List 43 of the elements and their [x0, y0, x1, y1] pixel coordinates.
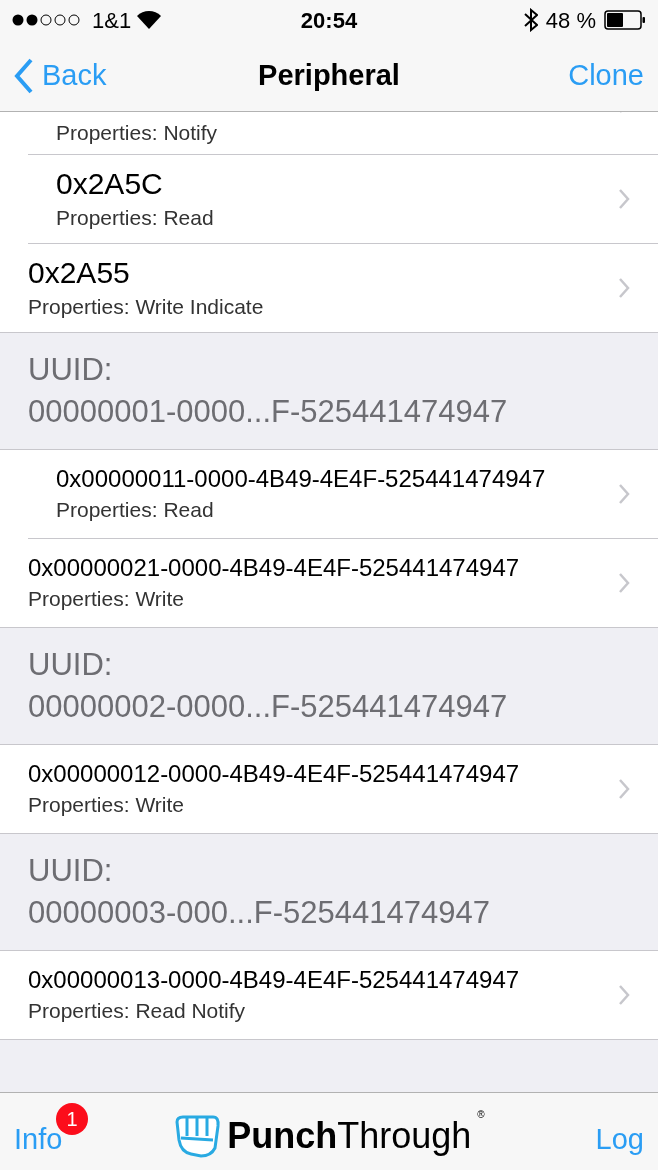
registered-mark: ®	[477, 1107, 485, 1122]
status-time: 20:54	[300, 6, 358, 35]
chevron-right-icon	[618, 778, 630, 800]
bluetooth-icon	[523, 8, 538, 32]
characteristic-row[interactable]: 0x00000011-0000-4B49-4E4F-525441474947 Properties: Read	[0, 450, 658, 539]
wifi-icon	[137, 11, 162, 29]
characteristic-row[interactable]: 0x2A55 Properties: Write Indicate	[0, 244, 658, 333]
characteristic-properties: Properties: Write Indicate	[28, 294, 264, 320]
screen-title: Peripheral	[258, 57, 400, 93]
section-header-label: UUID:	[28, 351, 113, 389]
characteristic-id: 0x00000021-0000-4B49-4E4F-525441474947	[28, 553, 520, 583]
characteristic-row[interactable]: 0x00000012-0000-4B49-4E4F-525441474947 Properties: Write	[0, 745, 658, 834]
chevron-left-icon	[14, 57, 34, 94]
battery-percentage: 48 %	[545, 6, 596, 35]
characteristic-id: 0x2A55	[28, 255, 130, 291]
characteristic-properties: Properties: Read Notify	[28, 998, 246, 1024]
characteristic-row[interactable]: 0x00000013-0000-4B49-4E4F-525441474947 Properties: Read Notify	[0, 951, 658, 1040]
characteristic-properties: Properties: Read	[56, 205, 214, 231]
service-uuid: 00000003-000...F-525441474947	[28, 894, 490, 932]
characteristic-properties: Properties: Notify	[56, 120, 218, 146]
characteristic-properties: Properties: Read	[56, 497, 214, 523]
section-header-label: UUID:	[28, 646, 113, 684]
characteristic-properties: Properties: Write	[28, 586, 184, 612]
chevron-right-icon	[618, 483, 630, 505]
characteristic-row[interactable]: 0x00000021-0000-4B49-4E4F-525441474947 Properties: Write	[0, 539, 658, 628]
fist-icon	[173, 1113, 222, 1158]
chevron-right-icon	[618, 188, 630, 210]
section-header-label: UUID:	[28, 852, 113, 890]
characteristic-id: 0x2A5C	[56, 166, 163, 202]
carrier-name: 1&1	[92, 6, 132, 35]
characteristic-row[interactable]: 0x2A5C Properties: Read	[0, 155, 658, 244]
battery-icon	[604, 10, 646, 30]
chevron-right-icon	[618, 572, 630, 594]
brand-logo-text: PunchThrough	[227, 1113, 472, 1158]
characteristic-id: 0x00000011-0000-4B49-4E4F-525441474947	[56, 464, 546, 494]
chevron-right-icon	[618, 984, 630, 1006]
service-uuid: 00000002-0000...F-525441474947	[28, 688, 508, 726]
characteristic-id: 0x00000013-0000-4B49-4E4F-525441474947	[28, 965, 520, 995]
service-uuid: 00000001-0000...F-525441474947	[28, 393, 508, 431]
characteristic-row[interactable]: Properties: Notify	[0, 112, 658, 155]
characteristic-id: 0x00000012-0000-4B49-4E4F-525441474947	[28, 759, 520, 789]
characteristic-properties: Properties: Write	[28, 792, 184, 818]
chevron-right-icon	[618, 277, 630, 299]
